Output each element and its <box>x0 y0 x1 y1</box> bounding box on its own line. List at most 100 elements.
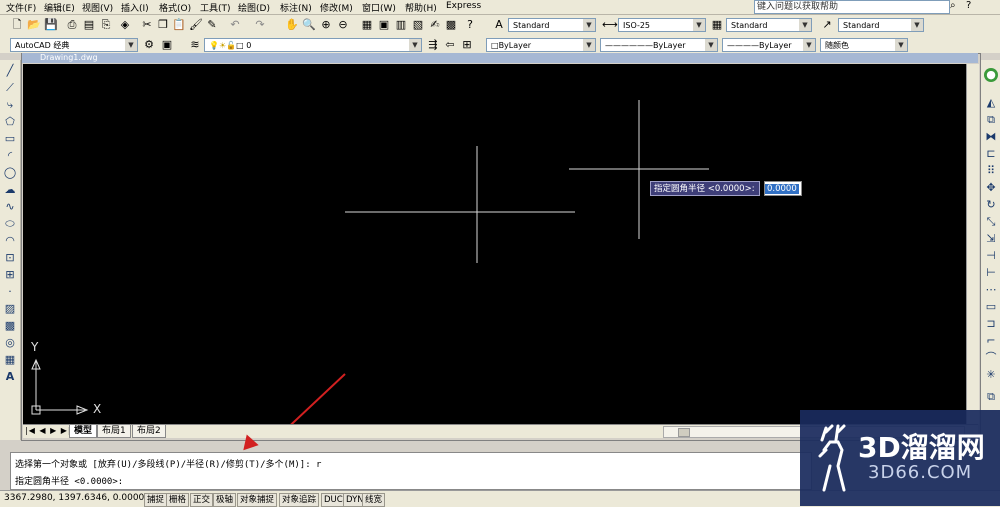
layer-previous-icon[interactable]: ⇦ <box>443 38 457 52</box>
menu-dimension[interactable]: 标注(N) <box>280 1 312 14</box>
rectangle-icon[interactable]: ▭ <box>3 132 17 146</box>
otrack-toggle[interactable]: 对象追踪 <box>279 493 320 507</box>
polygon-icon[interactable]: ⬠ <box>3 115 17 129</box>
drawing-canvas[interactable]: Y X <box>23 64 978 424</box>
join-icon[interactable]: ⊐ <box>984 317 998 331</box>
multileader-style-select[interactable]: Standard ▼ <box>838 18 924 32</box>
search-icon[interactable]: ⌕ <box>950 0 956 11</box>
chamfer-icon[interactable]: ⌐ <box>984 334 998 348</box>
trim-icon[interactable]: ⊣ <box>984 249 998 263</box>
menu-tools[interactable]: 工具(T) <box>200 1 231 14</box>
lineweight-select[interactable]: ————ByLayer ▼ <box>722 38 816 52</box>
new-icon[interactable]: 🗋 <box>10 18 24 32</box>
paste-icon[interactable]: 📋 <box>172 18 186 32</box>
spline-icon[interactable]: ∿ <box>3 200 17 214</box>
make-current-layer-icon[interactable]: ⇶ <box>426 38 440 52</box>
open-icon[interactable]: 📂 <box>27 18 41 32</box>
properties-icon[interactable]: ▦ <box>360 18 374 32</box>
menu-draw[interactable]: 绘图(D) <box>238 1 270 14</box>
zoom-previous-icon[interactable]: ⊖ <box>336 18 350 32</box>
horizontal-scroll-thumb[interactable] <box>678 428 690 437</box>
help-toolbar-icon[interactable]: ? <box>463 18 477 32</box>
zoom-window-icon[interactable]: ⊕ <box>319 18 333 32</box>
navigation-wheel-icon[interactable]: ● <box>984 68 998 82</box>
menu-express[interactable]: Express <box>446 1 481 11</box>
ellipse-arc-icon[interactable]: ◠ <box>3 234 17 248</box>
tab-nav-arrows-icon[interactable]: |◀ ◀ ▶ ▶| <box>25 426 72 435</box>
layer-state-icon[interactable]: ⊞ <box>460 38 474 52</box>
move-icon[interactable]: ✥ <box>984 181 998 195</box>
command-prompt-line[interactable]: 指定圆角半径 <0.0000>: <box>15 474 123 487</box>
mirror-icon[interactable]: ⧓ <box>984 130 998 144</box>
lineweight-toggle[interactable]: 线宽 <box>362 493 386 507</box>
break-at-point-icon[interactable]: ⋯ <box>984 283 998 297</box>
erase-icon[interactable]: ◭ <box>984 96 998 110</box>
revision-cloud-icon[interactable]: ☁ <box>3 183 17 197</box>
workspace-select[interactable]: AutoCAD 经典 ▼ <box>10 38 138 52</box>
workspace-save-icon[interactable]: ▣ <box>160 38 174 52</box>
tab-layout2[interactable]: 布局2 <box>132 425 166 438</box>
undo-icon[interactable]: ↶ <box>228 18 242 32</box>
extend-icon[interactable]: ⊢ <box>984 266 998 280</box>
match-properties-icon[interactable]: 🖌 <box>189 18 203 32</box>
color-select[interactable]: □ByLayer ▼ <box>486 38 596 52</box>
menu-format[interactable]: 格式(O) <box>159 1 191 14</box>
sheet-set-icon[interactable]: ▧ <box>411 18 425 32</box>
cut-icon[interactable]: ✂ <box>140 18 154 32</box>
dim-style-select[interactable]: ISO-25 ▼ <box>618 18 706 32</box>
make-block-icon[interactable]: ⊞ <box>3 268 17 282</box>
hatch-icon[interactable]: ▨ <box>3 302 17 316</box>
line-icon[interactable]: ╱ <box>3 64 17 78</box>
calculator-icon[interactable]: ▩ <box>444 18 458 32</box>
fillet-icon[interactable]: ⌒ <box>984 351 998 365</box>
menu-file[interactable]: 文件(F) <box>6 1 36 14</box>
tool-palettes-icon[interactable]: ▥ <box>394 18 408 32</box>
ortho-toggle[interactable]: 正交 <box>190 493 214 507</box>
construction-line-icon[interactable]: ⟋ <box>3 81 17 95</box>
array-icon[interactable]: ⠿ <box>984 164 998 178</box>
vertical-scrollbar[interactable] <box>966 64 979 424</box>
menu-modify[interactable]: 修改(M) <box>320 1 353 14</box>
arc-icon[interactable]: ◜ <box>3 149 17 163</box>
menu-help[interactable]: 帮助(H) <box>405 1 437 14</box>
text-style-select[interactable]: Standard ▼ <box>508 18 596 32</box>
region-icon[interactable]: ◎ <box>3 336 17 350</box>
break-icon[interactable]: ▭ <box>984 300 998 314</box>
offset-icon[interactable]: ⊏ <box>984 147 998 161</box>
command-window[interactable]: 选择第一个对象或 [放弃(U)/多段线(P)/半径(R)/修剪(T)/多个(M)… <box>10 452 812 490</box>
rotate-icon[interactable]: ↻ <box>984 198 998 212</box>
menu-edit[interactable]: 编辑(E) <box>44 1 75 14</box>
draw-order-icon[interactable]: ⧉ <box>984 390 998 404</box>
table-icon[interactable]: ▦ <box>3 353 17 367</box>
polar-toggle[interactable]: 极轴 <box>213 493 237 507</box>
gradient-icon[interactable]: ▩ <box>3 319 17 333</box>
help-icon[interactable]: ? <box>966 0 971 11</box>
menu-view[interactable]: 视图(V) <box>82 1 113 14</box>
snap-toggle[interactable]: 捕捉 <box>144 493 168 507</box>
copy-object-icon[interactable]: ⧉ <box>984 113 998 127</box>
tab-layout1[interactable]: 布局1 <box>97 425 131 438</box>
print-icon[interactable]: ⎙ <box>65 18 79 32</box>
help-search-input[interactable]: 键入问题以获取帮助 <box>754 0 950 14</box>
ellipse-icon[interactable]: ⬭ <box>3 217 17 231</box>
3d-dwf-icon[interactable]: ◈ <box>118 18 132 32</box>
stretch-icon[interactable]: ⇲ <box>984 232 998 246</box>
dynamic-input-field[interactable]: 0.0000 <box>764 181 802 196</box>
grid-toggle[interactable]: 栅格 <box>166 493 190 507</box>
plot-preview-icon[interactable]: ▤ <box>82 18 96 32</box>
scale-icon[interactable]: ⤡ <box>984 215 998 229</box>
insert-block-icon[interactable]: ⊡ <box>3 251 17 265</box>
tab-model[interactable]: 模型 <box>69 425 98 438</box>
menu-window[interactable]: 窗口(W) <box>362 1 396 14</box>
point-icon[interactable]: · <box>3 285 17 299</box>
save-icon[interactable]: 💾 <box>44 18 58 32</box>
publish-icon[interactable]: ⎘ <box>99 18 113 32</box>
markup-icon[interactable]: ✍ <box>428 18 442 32</box>
polyline-icon[interactable]: ⤷ <box>3 98 17 112</box>
layer-select[interactable]: 💡☀🔓□ 0 ▼ <box>204 38 422 52</box>
workspace-settings-icon[interactable]: ⚙ <box>142 38 156 52</box>
layer-manager-icon[interactable]: ≋ <box>188 38 202 52</box>
block-editor-icon[interactable]: ✎ <box>205 18 219 32</box>
zoom-realtime-icon[interactable]: 🔍 <box>302 18 316 32</box>
copy-icon[interactable]: ❐ <box>156 18 170 32</box>
